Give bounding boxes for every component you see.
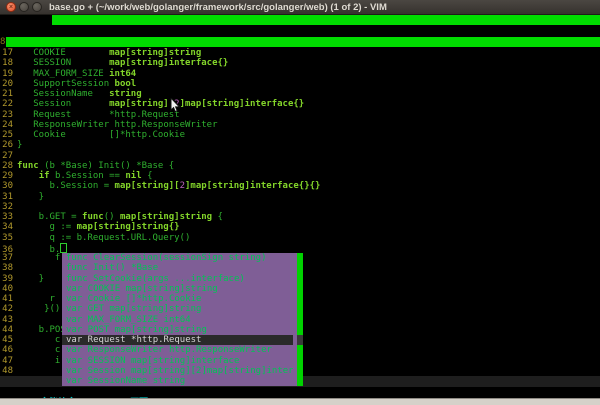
mbe-corner-number: 8 bbox=[0, 37, 5, 48]
vim-window: ✕ base.go + (~/work/web/golanger/framewo… bbox=[0, 0, 600, 405]
completion-item[interactable]: var ResponseWriter http.ResponseWriter bbox=[62, 345, 293, 355]
minimize-button[interactable] bbox=[19, 2, 29, 12]
line-number: 26 bbox=[0, 140, 13, 150]
line-number: 19 bbox=[0, 69, 13, 79]
titlebar: ✕ base.go + (~/work/web/golanger/framewo… bbox=[0, 0, 600, 15]
code-line[interactable]: 17 COOKIE map[string]string bbox=[0, 48, 600, 58]
line-number: 34 bbox=[0, 222, 13, 232]
completion-item[interactable]: func ClearSession(sessionSign string) bbox=[62, 253, 293, 263]
code-line[interactable]: 34 g := map[string]string{} bbox=[0, 222, 600, 232]
line-number: 31 bbox=[0, 192, 13, 202]
code-line[interactable]: 22 Session map[string][2]map[string]inte… bbox=[0, 99, 600, 109]
code-line[interactable]: 33 b.GET = func() map[string]string { bbox=[0, 212, 600, 222]
maximize-button[interactable] bbox=[32, 2, 42, 12]
completion-item[interactable]: var MAX_FORM_SIZE int64 bbox=[62, 315, 293, 325]
line-number: 39 bbox=[0, 274, 13, 284]
window-bottom-edge bbox=[0, 398, 600, 405]
window-title: base.go + (~/work/web/golanger/framework… bbox=[49, 2, 387, 13]
line-number: 35 bbox=[0, 233, 13, 243]
line-number: 30 bbox=[0, 181, 13, 191]
line-number: 44 bbox=[0, 325, 13, 335]
line-number: 17 bbox=[0, 48, 13, 58]
line-number: 41 bbox=[0, 294, 13, 304]
vim-tabline: 2+ base.go bbox=[0, 15, 600, 26]
code-line[interactable]: 25 Cookie []*http.Cookie bbox=[0, 130, 600, 140]
completion-item[interactable]: var Session map[string][2]map[string]int… bbox=[62, 366, 293, 376]
code-line[interactable]: 21 SessionName string bbox=[0, 89, 600, 99]
mbe-status-bar bbox=[6, 37, 600, 47]
line-number: 18 bbox=[0, 58, 13, 68]
line-number: 45 bbox=[0, 335, 13, 345]
completion-item[interactable]: var SESSION map[string]interface bbox=[62, 356, 293, 366]
minibufexplorer-statusline: 8 -MiniBufExplorer- [-][none,utf-8,unix]… bbox=[0, 37, 600, 48]
code-line[interactable]: 23 Request *http.Request bbox=[0, 110, 600, 120]
code-line[interactable]: 19 MAX_FORM_SIZE int64 bbox=[0, 69, 600, 79]
line-number: 38 bbox=[0, 263, 13, 273]
code-line[interactable]: 24 ResponseWriter http.ResponseWriter bbox=[0, 120, 600, 130]
code-line[interactable]: 32 bbox=[0, 202, 600, 212]
line-number: 20 bbox=[0, 79, 13, 89]
completion-item[interactable]: var SessionName string bbox=[62, 376, 293, 386]
completion-item-selected[interactable]: var Request *http.Request bbox=[62, 335, 293, 345]
code-line[interactable]: 35 q := b.Request.URL.Query() bbox=[0, 233, 600, 243]
tabline-fill bbox=[52, 15, 600, 25]
code-line[interactable]: 18 SESSION map[string]interface{} bbox=[0, 58, 600, 68]
line-number: 25 bbox=[0, 130, 13, 140]
completion-item[interactable]: func SetCookie(args ...interface) bbox=[62, 274, 293, 284]
completion-item[interactable]: var COOKIE map[string]string bbox=[62, 284, 293, 294]
line-number: 27 bbox=[0, 151, 13, 161]
line-number: 48 bbox=[0, 366, 13, 376]
line-number: 47 bbox=[0, 356, 13, 366]
text-cursor bbox=[60, 243, 67, 253]
minibufexplorer-list: [1:base.go]*[2:page.go] bbox=[0, 26, 600, 37]
line-number: 22 bbox=[0, 99, 13, 109]
code-line[interactable]: 27 bbox=[0, 151, 600, 161]
completion-items: func ClearSession(sessionSign string)fun… bbox=[62, 253, 303, 386]
line-number: 33 bbox=[0, 212, 13, 222]
code-line[interactable]: 26} bbox=[0, 140, 600, 150]
line-number: 24 bbox=[0, 120, 13, 130]
popup-scrollbar-notch bbox=[297, 335, 303, 345]
mouse-pointer-icon bbox=[170, 98, 181, 113]
line-number: 37 bbox=[0, 253, 13, 263]
completion-item[interactable]: var Cookie []*http.Cookie bbox=[62, 294, 293, 304]
close-button[interactable]: ✕ bbox=[6, 2, 16, 12]
completion-popup: func ClearSession(sessionSign string)fun… bbox=[62, 253, 303, 386]
popup-scrollbar[interactable] bbox=[297, 253, 303, 386]
line-number: 46 bbox=[0, 345, 13, 355]
line-number: 40 bbox=[0, 284, 13, 294]
code-line[interactable]: 31 } bbox=[0, 192, 600, 202]
code-line[interactable]: 36 b. bbox=[0, 243, 600, 253]
line-number: 43 bbox=[0, 315, 13, 325]
line-number: 42 bbox=[0, 304, 13, 314]
code-line[interactable]: 20 SupportSession bool bbox=[0, 79, 600, 89]
code-line[interactable]: 28func (b *Base) Init() *Base { bbox=[0, 161, 600, 171]
code-line[interactable]: 30 b.Session = map[string][2]map[string]… bbox=[0, 181, 600, 191]
completion-item[interactable]: var POST map[string]string bbox=[62, 325, 293, 335]
line-number: 28 bbox=[0, 161, 13, 171]
line-number: 23 bbox=[0, 110, 13, 120]
line-number: 29 bbox=[0, 171, 13, 181]
close-icon: ✕ bbox=[9, 3, 13, 10]
line-number: 32 bbox=[0, 202, 13, 212]
line-number: 21 bbox=[0, 89, 13, 99]
completion-item[interactable]: var GET map[string]string bbox=[62, 304, 293, 314]
code-line[interactable]: 29 if b.Session == nil { bbox=[0, 171, 600, 181]
completion-item[interactable]: func Init() *Base bbox=[62, 263, 293, 273]
command-message-line: -- 全能补全 (^O^N^P) 匹配 9 / 14 bbox=[0, 387, 600, 398]
